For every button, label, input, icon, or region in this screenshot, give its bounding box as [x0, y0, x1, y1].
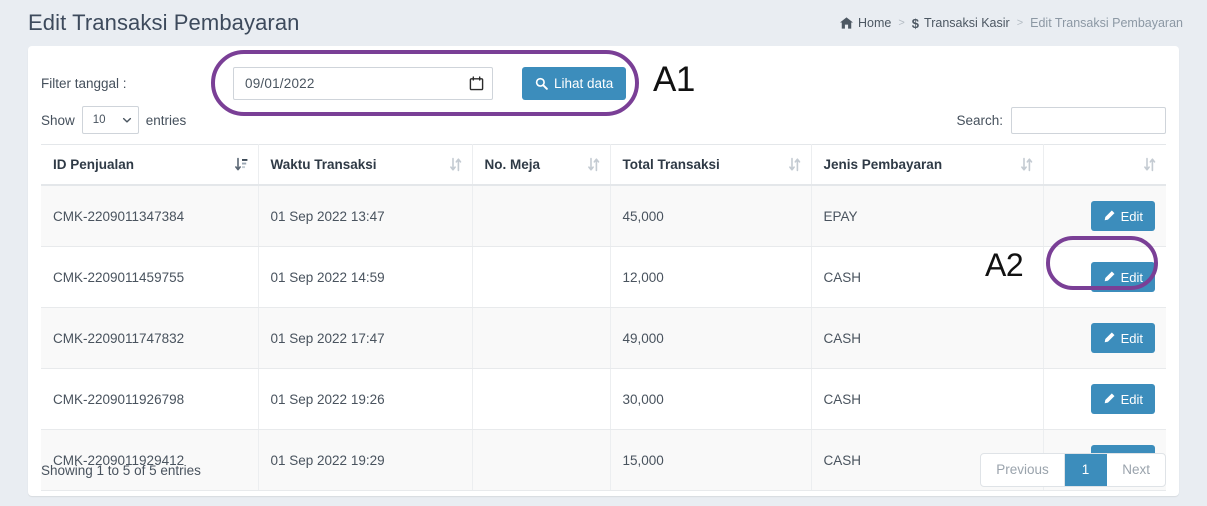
breadcrumb-home-label: Home: [858, 16, 892, 30]
breadcrumb-section-label: Transaksi Kasir: [924, 16, 1010, 30]
pagination-next[interactable]: Next: [1107, 454, 1165, 486]
table-controls-row: Show 10 entries Search:: [28, 102, 1179, 138]
edit-button-label: Edit: [1120, 208, 1143, 224]
entries-label: entries: [145, 112, 187, 128]
cell-actions: Edit: [1043, 368, 1166, 430]
filter-row: Filter tanggal : 09/01/2022 Lihat data: [28, 60, 1179, 106]
filter-date-value: 09/01/2022: [245, 75, 315, 91]
cell-jenis-pembayaran: EPAY: [811, 185, 1044, 247]
edit-button[interactable]: Edit: [1090, 384, 1155, 414]
cell-no-meja: [472, 307, 611, 369]
cell-total-transaksi: 30,000: [610, 368, 812, 430]
edit-button-label: Edit: [1120, 330, 1143, 346]
cell-actions: Edit: [1043, 307, 1166, 369]
column-header-actions[interactable]: [1043, 144, 1166, 186]
pagination: Previous 1 Next: [980, 453, 1166, 487]
sort-icon: [1020, 157, 1033, 172]
cell-no-meja: [472, 246, 611, 308]
breadcrumb: Home > $ Transaksi Kasir > Edit Transaks…: [840, 16, 1183, 30]
column-label-jenis-pembayaran: Jenis Pembayaran: [823, 157, 943, 172]
cell-id-penjualan: CMK-2209011459755: [41, 246, 259, 308]
annotation-label-a1: A1: [653, 60, 695, 99]
sort-desc-active-icon: [234, 157, 248, 172]
cell-total-transaksi: 12,000: [610, 246, 812, 308]
transactions-table-wrapper: ID Penjualan Waktu Transaksi No. Meja To…: [41, 144, 1166, 491]
table-footer: Showing 1 to 5 of 5 entries Previous 1 N…: [41, 449, 1166, 491]
lihat-data-label: Lihat data: [554, 75, 614, 91]
cell-actions: Edit: [1043, 246, 1166, 308]
cell-id-penjualan: CMK-2209011926798: [41, 368, 259, 430]
page-length-select[interactable]: 10: [81, 106, 139, 134]
lihat-data-button[interactable]: Lihat data: [522, 66, 627, 100]
filter-date-input[interactable]: 09/01/2022: [233, 66, 493, 100]
edit-button-label: Edit: [1120, 391, 1143, 407]
show-entries-control: Show 10 entries: [41, 106, 186, 134]
chevron-down-icon: [122, 115, 132, 125]
cell-no-meja: [472, 185, 611, 247]
column-label-total-transaksi: Total Transaksi: [622, 157, 720, 172]
edit-button-label: Edit: [1120, 269, 1143, 285]
cell-no-meja: [472, 368, 611, 430]
show-label: Show: [41, 112, 75, 128]
table-header-row: ID Penjualan Waktu Transaksi No. Meja To…: [41, 144, 1166, 186]
table-head: ID Penjualan Waktu Transaksi No. Meja To…: [41, 144, 1166, 186]
sort-icon: [788, 157, 801, 172]
sort-icon: [449, 157, 462, 172]
table-row: CMK-2209011747832 01 Sep 2022 17:47 49,0…: [41, 307, 1166, 369]
cell-actions: Edit: [1043, 185, 1166, 247]
cell-id-penjualan: CMK-2209011347384: [41, 185, 259, 247]
table-row: CMK-2209011347384 01 Sep 2022 13:47 45,0…: [41, 185, 1166, 247]
column-header-id-penjualan[interactable]: ID Penjualan: [41, 144, 259, 186]
column-label-waktu-transaksi: Waktu Transaksi: [270, 157, 377, 172]
search-control: Search:: [956, 106, 1166, 134]
search-input[interactable]: [1011, 106, 1166, 134]
table-row: CMK-2209011926798 01 Sep 2022 19:26 30,0…: [41, 368, 1166, 430]
sort-icon: [1143, 157, 1156, 172]
pencil-icon: [1103, 210, 1115, 222]
cell-waktu-transaksi: 01 Sep 2022 13:47: [258, 185, 473, 247]
page-header: Edit Transaksi Pembayaran Home > $ Trans…: [0, 0, 1207, 46]
breadcrumb-current: Edit Transaksi Pembayaran: [1030, 16, 1183, 30]
column-label-no-meja: No. Meja: [484, 157, 541, 172]
column-header-jenis-pembayaran[interactable]: Jenis Pembayaran: [811, 144, 1044, 186]
table-info: Showing 1 to 5 of 5 entries: [41, 462, 201, 478]
annotation-label-a2: A2: [985, 247, 1024, 283]
breadcrumb-transaksi-kasir[interactable]: $ Transaksi Kasir: [912, 16, 1010, 30]
column-header-total-transaksi[interactable]: Total Transaksi: [610, 144, 812, 186]
pencil-icon: [1103, 332, 1115, 344]
cell-jenis-pembayaran: CASH: [811, 307, 1044, 369]
dollar-icon: $: [911, 15, 920, 31]
breadcrumb-separator-2: >: [1016, 17, 1024, 29]
cell-waktu-transaksi: 01 Sep 2022 19:26: [258, 368, 473, 430]
page-length-value: 10: [92, 114, 106, 126]
pagination-previous[interactable]: Previous: [981, 454, 1065, 486]
breadcrumb-separator-1: >: [898, 17, 905, 29]
column-header-waktu-transaksi[interactable]: Waktu Transaksi: [258, 144, 473, 186]
edit-button[interactable]: Edit: [1090, 262, 1155, 292]
transactions-table: ID Penjualan Waktu Transaksi No. Meja To…: [41, 144, 1166, 491]
pencil-icon: [1103, 271, 1115, 283]
pagination-page-1[interactable]: 1: [1064, 454, 1108, 486]
filter-date-label: Filter tanggal :: [41, 75, 127, 91]
edit-button[interactable]: Edit: [1090, 323, 1155, 353]
calendar-icon[interactable]: [469, 75, 484, 91]
breadcrumb-home[interactable]: Home: [840, 16, 891, 30]
search-label: Search:: [956, 112, 1003, 128]
table-body: CMK-2209011347384 01 Sep 2022 13:47 45,0…: [41, 185, 1166, 491]
page-root: Edit Transaksi Pembayaran Home > $ Trans…: [0, 0, 1207, 506]
search-icon: [535, 77, 548, 90]
page-title: Edit Transaksi Pembayaran: [28, 10, 300, 35]
home-icon: [840, 17, 854, 29]
cell-jenis-pembayaran: CASH: [811, 368, 1044, 430]
column-header-no-meja[interactable]: No. Meja: [472, 144, 611, 186]
cell-total-transaksi: 45,000: [610, 185, 812, 247]
cell-waktu-transaksi: 01 Sep 2022 14:59: [258, 246, 473, 308]
cell-total-transaksi: 49,000: [610, 307, 812, 369]
cell-waktu-transaksi: 01 Sep 2022 17:47: [258, 307, 473, 369]
column-label-id-penjualan: ID Penjualan: [53, 157, 135, 172]
cell-id-penjualan: CMK-2209011747832: [41, 307, 259, 369]
pencil-icon: [1103, 393, 1115, 405]
edit-button[interactable]: Edit: [1090, 201, 1155, 231]
sort-icon: [587, 157, 600, 172]
